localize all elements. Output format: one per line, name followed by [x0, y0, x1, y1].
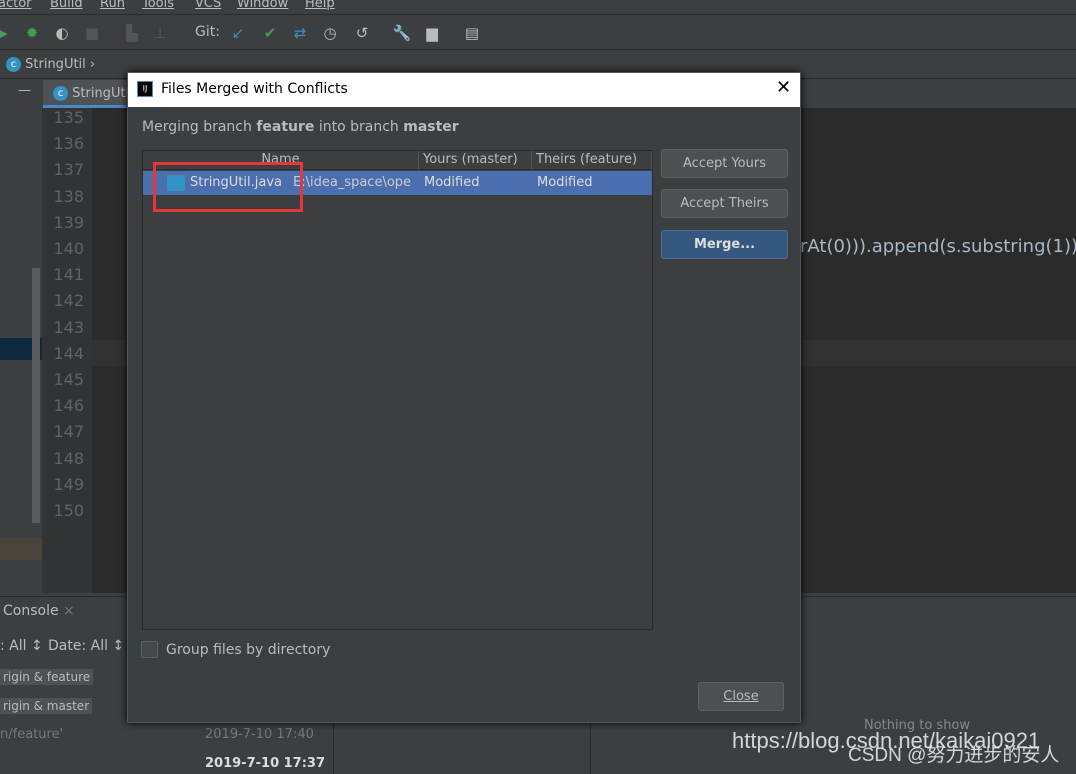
commit-date: 2019-7-10 17:37 — [205, 756, 326, 771]
menu-bar: actor Build Run Tools VCS Window Help — [0, 0, 1076, 15]
line-number: 149 — [53, 474, 84, 494]
build-icon[interactable]: ▙ — [122, 24, 142, 42]
menu-run[interactable]: Run — [100, 0, 125, 11]
class-icon: c — [53, 86, 68, 101]
commit-message: n/feature' — [0, 727, 64, 742]
git-update-icon[interactable]: ↙ — [228, 24, 248, 42]
branch-label: rigin & master — [0, 698, 93, 714]
console-tab[interactable]: Console × — [3, 603, 75, 619]
divider — [333, 722, 334, 774]
menu-vcs[interactable]: VCS — [195, 0, 221, 11]
line-number: 137 — [53, 160, 84, 180]
line-number: 138 — [53, 186, 84, 206]
wrench-icon[interactable]: 🔧 — [392, 24, 412, 42]
line-number: 150 — [53, 501, 84, 520]
run-icon[interactable]: ▶ — [0, 24, 12, 42]
menu-refactor[interactable]: actor — [0, 0, 32, 11]
column-header-yours[interactable]: Yours (master) — [419, 151, 532, 170]
line-number: 146 — [53, 396, 84, 416]
line-number: 139 — [53, 212, 84, 232]
conflict-files-table: Name Yours (master) Theirs (feature) Str… — [142, 150, 653, 630]
console-label: Console — [3, 603, 59, 619]
menu-build[interactable]: Build — [50, 0, 83, 11]
close-button-label: Close — [723, 689, 759, 704]
project-panel — [0, 108, 42, 593]
highlight-box — [153, 162, 303, 212]
breadcrumb-label: StringUtil — [25, 57, 86, 72]
git-commit-icon[interactable]: ✔ — [260, 24, 280, 42]
code-line: rAt(0))).append(s.substring(1)). — [800, 236, 1076, 257]
watermark-author: CSDN @努力进步的安人 — [848, 745, 1060, 766]
user-filter[interactable]: : All ↕ — [0, 638, 43, 654]
tab-label: StringUtil — [72, 86, 133, 101]
line-number: 145 — [53, 370, 84, 389]
rollback-icon[interactable]: ↺ — [352, 24, 372, 42]
menu-help[interactable]: Help — [305, 0, 335, 11]
accept-yours-button[interactable]: Accept Yours — [661, 149, 788, 178]
date-filter[interactable]: Date: All ↕ — [48, 638, 124, 654]
row — [0, 538, 42, 560]
group-by-directory-checkbox[interactable] — [141, 641, 158, 658]
dialog-title-bar: IJ Files Merged with Conflicts ✕ — [128, 73, 800, 107]
intellij-logo-icon: IJ — [137, 81, 153, 97]
line-number: 147 — [53, 422, 84, 442]
breadcrumb-item[interactable]: c StringUtil › — [6, 57, 95, 72]
coverage-icon[interactable]: ◐ — [52, 24, 72, 42]
line-number: 140 — [53, 239, 84, 258]
history-icon[interactable]: ◷ — [320, 24, 340, 42]
accept-theirs-button[interactable]: Accept Theirs — [661, 189, 788, 218]
text: into branch — [314, 119, 404, 135]
dialog-title: Files Merged with Conflicts — [161, 81, 348, 97]
minimize-icon[interactable]: — — [18, 83, 31, 98]
deploy-icon[interactable]: ⊥ — [150, 24, 170, 42]
close-icon[interactable]: × — [63, 603, 75, 619]
branch-to: master — [403, 119, 459, 135]
commit-date: 2019-7-10 17:40 — [205, 727, 314, 742]
toolbar: ▶ ✹ ◐ ■ ▙ ⊥ Git: ↙ ✔ ⇄ ◷ ↺ 🔧 ▆ ▤ — [0, 16, 1076, 50]
menu-window[interactable]: Window — [237, 0, 288, 11]
git-label: Git: — [195, 24, 220, 40]
branch-label: rigin & feature — [0, 669, 94, 685]
merge-button[interactable]: Merge... — [661, 230, 788, 259]
file-path: E:\idea_space\ope — [293, 175, 412, 190]
files-merged-dialog: IJ Files Merged with Conflicts ✕ Merging… — [127, 72, 801, 723]
text: Merging branch — [142, 119, 257, 135]
git-compare-icon[interactable]: ⇄ — [290, 24, 310, 42]
scrollbar[interactable] — [32, 268, 40, 523]
tab-stringutil[interactable]: c StringUtil — [43, 80, 133, 108]
line-number: 135 — [53, 108, 84, 127]
merge-description: Merging branch feature into branch maste… — [142, 119, 459, 135]
project-structure-icon[interactable]: ▆ — [422, 24, 442, 42]
column-header-theirs[interactable]: Theirs (feature) — [532, 151, 652, 170]
debug-icon[interactable]: ✹ — [22, 24, 42, 42]
stop-icon[interactable]: ■ — [82, 24, 102, 42]
line-number: 143 — [53, 317, 84, 337]
class-icon: c — [6, 57, 21, 72]
line-number: 142 — [53, 291, 84, 311]
line-number: 144 — [53, 343, 84, 363]
theirs-status: Modified — [537, 175, 593, 190]
divider — [590, 722, 591, 774]
line-number: 141 — [53, 265, 84, 285]
close-button[interactable]: Close — [698, 682, 784, 711]
line-number: 136 — [53, 134, 84, 154]
branch-from: feature — [256, 119, 315, 135]
group-by-directory-label: Group files by directory — [166, 642, 331, 658]
yours-status: Modified — [424, 175, 480, 190]
line-number: 148 — [53, 448, 84, 468]
vcs-operations-icon[interactable]: ▤ — [462, 24, 482, 42]
menu-tools[interactable]: Tools — [142, 0, 174, 11]
close-icon[interactable]: ✕ — [776, 77, 791, 98]
